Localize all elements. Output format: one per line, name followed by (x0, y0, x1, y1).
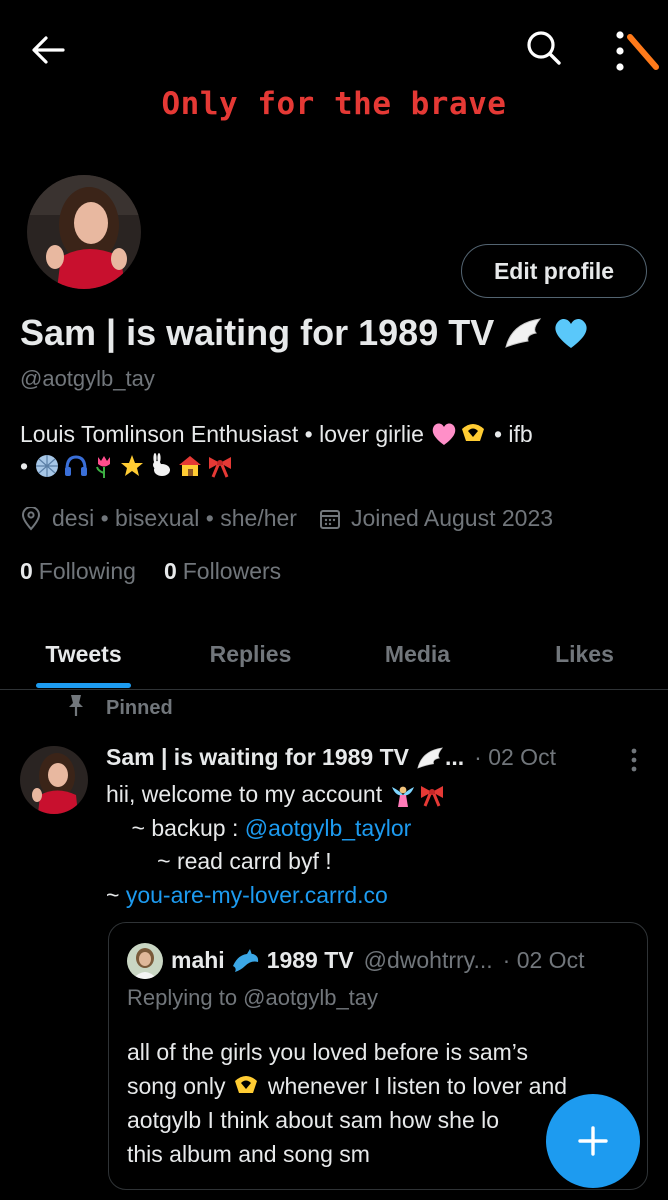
bio-line-2: • (20, 450, 640, 482)
top-bar (0, 0, 668, 100)
tweet-line-3: ~ read carrd byf ! (106, 848, 332, 874)
followers-link[interactable]: 0 Followers (164, 558, 281, 585)
profile-joined-date: Joined August 2023 (350, 505, 554, 531)
pinned-label: Pinned (106, 696, 173, 719)
more-options-button[interactable] (604, 26, 664, 76)
fairy-icon (392, 786, 415, 807)
following-link[interactable]: 0 Following (20, 558, 136, 585)
backup-account-link[interactable]: @aotgylb_taylor (245, 815, 412, 841)
active-tab-indicator (36, 683, 131, 688)
quoted-author-handle: @dwohtrry... (363, 947, 493, 973)
carrd-link[interactable]: you-are-my-lover.carrd.co (126, 882, 388, 908)
bio-line-1: Louis Tomlinson Enthusiast • lover girli… (20, 421, 533, 447)
tweet-author-name-ellipsis: ... (444, 744, 465, 770)
profile-display-name: Sam | is waiting for 1989 TV (20, 312, 590, 354)
profile-bio: Louis Tomlinson Enthusiast • lover girli… (20, 418, 640, 482)
tweet-line-4: ~ you-are-my-lover.carrd.co (106, 881, 388, 908)
compose-tweet-button[interactable] (546, 1094, 640, 1188)
arrow-left-icon (32, 36, 65, 64)
following-label: Following (38, 558, 136, 584)
quoted-line-1: all of the girls you loved before is sam… (127, 1039, 528, 1065)
tab-media[interactable]: Media (334, 618, 501, 690)
tweet-author-avatar[interactable] (20, 746, 88, 814)
rabbit-icon (153, 453, 171, 476)
follow-stats: 0 Following 0 Followers (20, 558, 309, 585)
quoted-tweet-date: · 02 Oct (502, 947, 585, 973)
search-icon (527, 31, 561, 65)
profile-avatar[interactable] (24, 172, 144, 292)
tulip-icon (96, 456, 111, 478)
tab-likes[interactable]: Likes (501, 618, 668, 690)
more-vertical-icon (631, 748, 637, 772)
blue-heart-icon (555, 318, 587, 348)
house-icon (179, 456, 202, 476)
headphones-icon (65, 455, 88, 476)
tweet-date[interactable]: · 02 Oct (474, 744, 556, 771)
edit-profile-button[interactable]: Edit profile (461, 244, 647, 298)
calendar-icon (319, 508, 341, 530)
tweet-author-name[interactable]: Sam | is waiting for 1989 TV (106, 744, 409, 771)
quoted-tweet-header: mahi 1989 TV @dwohtrry... · 02 Oct (171, 947, 641, 974)
pin-icon (60, 693, 88, 723)
back-button[interactable] (26, 28, 70, 72)
quoted-author-name[interactable]: mahi 1989 TV (171, 947, 354, 974)
angel-wing-icon (417, 747, 443, 769)
ribbon-bow-icon (421, 785, 444, 807)
heart-hands-icon (235, 1076, 258, 1093)
heart-hands-icon (461, 424, 484, 441)
tweet-more-button[interactable] (622, 746, 646, 774)
dolphin-icon (232, 948, 258, 972)
star-icon (121, 455, 144, 476)
profile-tabs: Tweets Replies Media Likes (0, 618, 668, 690)
tweet-line-2: ~ backup : @aotgylb_taylor (106, 814, 412, 841)
profile-handle: @aotgylb_tay (20, 366, 155, 391)
replying-to-label: Replying to @aotgylb_tay (127, 985, 379, 1010)
tweet-line-1: hii, welcome to my account (106, 778, 626, 812)
followers-count: 0 (163, 558, 177, 584)
profile-meta: desi • bisexual • she/her Joined August … (20, 505, 553, 532)
ribbon-bow-icon (209, 457, 232, 478)
location-pin-icon (20, 506, 42, 531)
more-vertical-icon (616, 31, 659, 71)
tab-tweets[interactable]: Tweets (0, 618, 167, 690)
quoted-line-2: song only whenever I listen to lover and (127, 1073, 568, 1099)
followers-label: Followers (182, 558, 282, 584)
pink-heart-icon (432, 423, 456, 445)
plus-icon (578, 1126, 608, 1156)
profile-location: desi • bisexual • she/her (52, 505, 297, 531)
tweet-text: hii, welcome to my account ~ backup : @a… (106, 778, 626, 912)
disco-ball-icon (36, 455, 59, 477)
angel-wing-icon (505, 318, 542, 348)
search-button[interactable] (522, 26, 566, 70)
profile-name-text: Sam | is waiting for 1989 TV (20, 312, 495, 353)
banner-text: Only for the brave (161, 86, 507, 122)
quoted-author-avatar[interactable] (127, 943, 163, 979)
following-count: 0 (20, 558, 33, 584)
tweet-header: Sam | is waiting for 1989 TV ... · 02 Oc… (106, 744, 646, 771)
tab-replies[interactable]: Replies (167, 618, 334, 690)
